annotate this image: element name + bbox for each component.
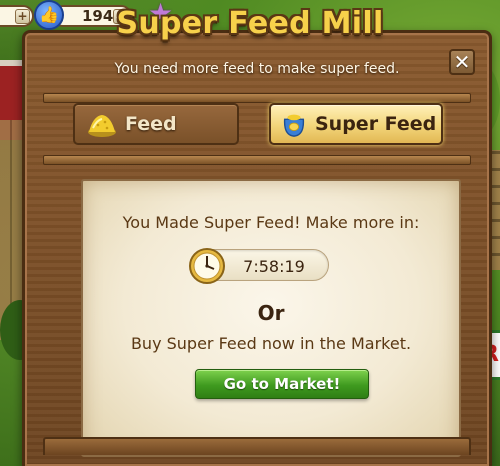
- timer-value: 7:58:19: [243, 257, 305, 276]
- feed-pile-icon: [88, 115, 116, 137]
- dialog-subtitle: You need more feed to make super feed.: [114, 61, 400, 77]
- go-to-market-button[interactable]: Go to Market!: [195, 369, 369, 399]
- tab-feed[interactable]: Feed: [73, 103, 239, 145]
- dialog-title: Super Feed Mill: [116, 6, 384, 41]
- or-separator: Or: [257, 301, 285, 325]
- super-feed-sack-icon: [283, 114, 305, 137]
- buy-in-market-message: Buy Super Feed now in the Market.: [130, 334, 412, 353]
- tab-super-feed[interactable]: Super Feed: [269, 103, 443, 145]
- made-super-feed-message: You Made Super Feed! Make more in:: [122, 213, 420, 232]
- close-button[interactable]: ✕: [449, 49, 475, 75]
- tab-super-feed-label: Super Feed: [315, 113, 437, 135]
- tab-feed-label: Feed: [125, 113, 177, 135]
- frame-bottom-rail: [43, 437, 471, 455]
- super-feed-mill-dialog: You need more feed to make super feed. ✕…: [22, 30, 492, 466]
- countdown-timer: 7:58:19: [189, 248, 329, 284]
- tab-shelf-bottom: [43, 155, 471, 165]
- tab-shelf-top: [43, 93, 471, 103]
- super-feed-panel: You Made Super Feed! Make more in: 7:58:…: [81, 179, 461, 457]
